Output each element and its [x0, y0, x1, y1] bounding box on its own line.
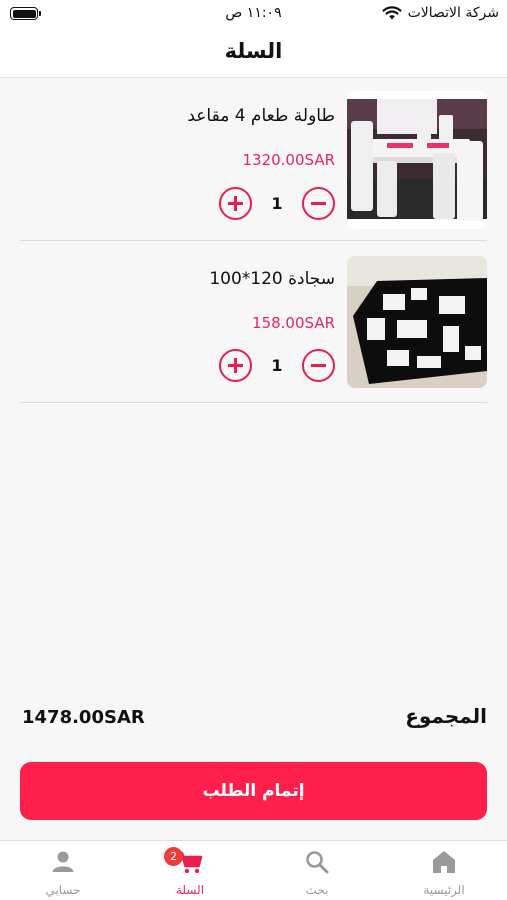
tab-home[interactable]: الرئيسية	[381, 841, 507, 900]
dining-table-image	[347, 91, 487, 229]
status-bar: ١١:٠٩ ص شركة الاتصالات	[0, 0, 507, 30]
cart-item: سجادة 120*100 158.00SAR 1	[20, 241, 487, 403]
total-row: المجموع 1478.00SAR	[20, 704, 487, 738]
cart-count-badge: 2	[164, 847, 183, 866]
carrier-group: شركة الاتصالات	[382, 5, 499, 21]
cart-item: طاولة طعام 4 مقاعد 1320.00SAR 1	[20, 79, 487, 241]
wifi-icon	[382, 6, 402, 20]
quantity-value: 1	[271, 356, 283, 375]
tab-label: حسابي	[45, 883, 81, 897]
increase-quantity-button[interactable]	[219, 187, 252, 220]
carrier-name: شركة الاتصالات	[407, 5, 499, 21]
item-price: 158.00SAR	[252, 314, 335, 332]
quantity-stepper: 1	[219, 187, 335, 220]
tab-label: السلة	[175, 883, 205, 897]
increase-quantity-button[interactable]	[219, 349, 252, 382]
decrease-quantity-button[interactable]	[302, 187, 335, 220]
home-icon	[433, 851, 455, 873]
tab-account[interactable]: حسابي	[0, 841, 126, 900]
quantity-value: 1	[271, 194, 283, 213]
quantity-stepper: 1	[219, 349, 335, 382]
header: السلة	[0, 30, 507, 78]
total-label: المجموع	[405, 704, 487, 728]
checkout-button[interactable]: إتمام الطلب	[20, 762, 487, 820]
page-title: السلة	[224, 39, 283, 63]
item-name: طاولة طعام 4 مقاعد	[187, 106, 335, 126]
search-icon	[306, 851, 329, 874]
tab-label: بحث	[305, 883, 329, 897]
tab-bar: حسابي السلة بحث الرئيسية	[0, 840, 507, 900]
item-name: سجادة 120*100	[209, 269, 335, 289]
decrease-quantity-button[interactable]	[302, 349, 335, 382]
rug-image	[347, 256, 487, 388]
cart-list: طاولة طعام 4 مقاعد 1320.00SAR 1 سجادة 12…	[20, 79, 487, 403]
total-value: 1478.00SAR	[22, 707, 145, 728]
tab-label: الرئيسية	[423, 883, 465, 897]
item-price: 1320.00SAR	[242, 151, 335, 169]
tab-cart[interactable]: السلة	[127, 841, 253, 900]
user-icon	[52, 851, 74, 872]
tab-search[interactable]: بحث	[254, 841, 380, 900]
